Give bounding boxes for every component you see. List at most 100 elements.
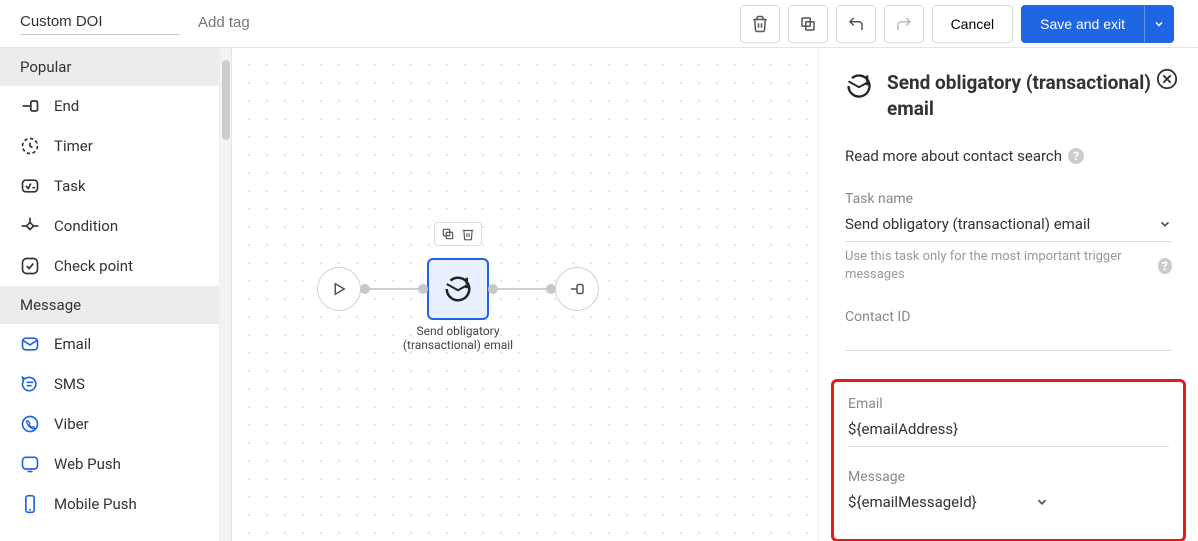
email-label: Email bbox=[848, 396, 1169, 412]
delete-button[interactable] bbox=[740, 5, 780, 43]
group-popular: Popular bbox=[0, 48, 219, 86]
sidebar-item-label: Mobile Push bbox=[54, 495, 137, 513]
webpush-icon bbox=[20, 454, 40, 474]
sidebar-item-email[interactable]: Email bbox=[0, 324, 219, 364]
sidebar-item-task[interactable]: Task bbox=[0, 166, 219, 206]
workflow-title-input[interactable] bbox=[20, 13, 180, 35]
workflow-flow: Send obligatory (transactional) email bbox=[317, 258, 599, 320]
task-icon bbox=[20, 176, 40, 196]
sidebar-item-label: SMS bbox=[54, 375, 85, 393]
save-dropdown[interactable] bbox=[1144, 5, 1174, 43]
add-tag-input[interactable] bbox=[198, 14, 318, 35]
task-name-select[interactable]: Send obligatory (transactional) email bbox=[845, 211, 1172, 242]
email-node[interactable]: Send obligatory (transactional) email bbox=[427, 258, 489, 320]
chevron-down-icon bbox=[1153, 18, 1165, 30]
save-split-button: Save and exit bbox=[1021, 5, 1174, 43]
connector-line bbox=[497, 288, 547, 290]
node-mini-toolbar bbox=[434, 222, 482, 246]
main: Popular End Timer Task Condition bbox=[0, 48, 1198, 541]
copy-icon bbox=[441, 227, 455, 241]
properties-panel: Send obligatory (transactional) email Re… bbox=[818, 48, 1198, 541]
connector-line bbox=[369, 288, 419, 290]
start-node[interactable] bbox=[317, 267, 361, 311]
trash-icon bbox=[461, 227, 475, 241]
message-select[interactable]: ${emailMessageId} bbox=[848, 489, 1169, 519]
panel-close[interactable] bbox=[1154, 66, 1180, 92]
task-name-help: Use this task only for the most importan… bbox=[845, 248, 1172, 283]
checkpoint-icon bbox=[20, 256, 40, 276]
save-button[interactable]: Save and exit bbox=[1021, 5, 1144, 43]
email-value: ${emailAddress} bbox=[848, 420, 958, 438]
highlighted-fields: Email ${emailAddress} Message ${emailMes… bbox=[831, 379, 1186, 541]
topbar: Cancel Save and exit bbox=[0, 0, 1198, 48]
sidebar-item-label: Task bbox=[54, 177, 86, 195]
canvas-scrollbar[interactable] bbox=[220, 48, 232, 541]
email-input[interactable]: ${emailAddress} bbox=[848, 416, 1169, 447]
topbar-actions: Cancel Save and exit bbox=[740, 5, 1190, 43]
sms-icon bbox=[20, 374, 40, 394]
read-more-link[interactable]: Read more about contact search ? bbox=[845, 147, 1172, 165]
sidebar: Popular End Timer Task Condition bbox=[0, 48, 220, 541]
chevron-down-icon bbox=[1035, 495, 1049, 509]
contact-id-input[interactable] bbox=[845, 329, 1172, 351]
sidebar-item-label: Web Push bbox=[54, 455, 121, 473]
sidebar-item-label: End bbox=[54, 97, 79, 115]
redo-icon bbox=[895, 15, 913, 33]
message-label: Message bbox=[848, 469, 1169, 485]
connector-dot[interactable] bbox=[418, 284, 428, 294]
panel-head: Send obligatory (transactional) email bbox=[845, 70, 1172, 121]
sidebar-item-timer[interactable]: Timer bbox=[0, 126, 219, 166]
end-icon bbox=[568, 280, 586, 298]
undo-button[interactable] bbox=[836, 5, 876, 43]
connector-dot[interactable] bbox=[360, 284, 370, 294]
chevron-down-icon bbox=[1158, 217, 1172, 231]
redo-button[interactable] bbox=[884, 5, 924, 43]
trash-icon bbox=[751, 15, 769, 33]
close-icon bbox=[1156, 68, 1178, 90]
transactional-email-icon bbox=[443, 274, 473, 304]
sidebar-item-label: Timer bbox=[54, 137, 93, 155]
email-icon bbox=[20, 334, 40, 354]
sidebar-item-label: Check point bbox=[54, 257, 133, 275]
read-more-text: Read more about contact search bbox=[845, 147, 1062, 165]
play-icon bbox=[330, 280, 348, 298]
copy-button[interactable] bbox=[788, 5, 828, 43]
scrollbar-thumb[interactable] bbox=[222, 60, 230, 140]
contact-id-label: Contact ID bbox=[845, 309, 1172, 325]
sidebar-item-end[interactable]: End bbox=[0, 86, 219, 126]
message-value: ${emailMessageId} bbox=[848, 493, 977, 511]
transactional-email-icon bbox=[845, 72, 873, 100]
sidebar-item-condition[interactable]: Condition bbox=[0, 206, 219, 246]
undo-icon bbox=[847, 15, 865, 33]
node-label: Send obligatory (transactional) email bbox=[388, 324, 528, 353]
sidebar-item-label: Condition bbox=[54, 217, 118, 235]
sidebar-item-label: Viber bbox=[54, 415, 89, 433]
connector-dot[interactable] bbox=[488, 284, 498, 294]
node-copy[interactable] bbox=[441, 227, 455, 241]
help-icon[interactable]: ? bbox=[1158, 258, 1172, 274]
cancel-button[interactable]: Cancel bbox=[932, 5, 1014, 43]
canvas-area[interactable]: Send obligatory (transactional) email bbox=[220, 48, 818, 541]
end-node[interactable] bbox=[555, 267, 599, 311]
topbar-left bbox=[8, 13, 318, 35]
group-message: Message bbox=[0, 286, 219, 324]
viber-icon bbox=[20, 414, 40, 434]
sidebar-item-label: Email bbox=[54, 335, 91, 353]
sidebar-item-sms[interactable]: SMS bbox=[0, 364, 219, 404]
sidebar-item-viber[interactable]: Viber bbox=[0, 404, 219, 444]
copy-icon bbox=[799, 15, 817, 33]
task-name-value: Send obligatory (transactional) email bbox=[845, 215, 1090, 233]
end-icon bbox=[20, 96, 40, 116]
timer-icon bbox=[20, 136, 40, 156]
node-delete[interactable] bbox=[461, 227, 475, 241]
canvas[interactable]: Send obligatory (transactional) email bbox=[232, 48, 818, 541]
task-name-label: Task name bbox=[845, 191, 1172, 207]
connector-dot[interactable] bbox=[546, 284, 556, 294]
sidebar-item-mobilepush[interactable]: Mobile Push bbox=[0, 484, 219, 524]
help-icon[interactable]: ? bbox=[1068, 148, 1084, 164]
condition-icon bbox=[20, 216, 40, 236]
mobilepush-icon bbox=[20, 494, 40, 514]
sidebar-item-webpush[interactable]: Web Push bbox=[0, 444, 219, 484]
panel-title: Send obligatory (transactional) email bbox=[887, 70, 1172, 121]
sidebar-item-checkpoint[interactable]: Check point bbox=[0, 246, 219, 286]
